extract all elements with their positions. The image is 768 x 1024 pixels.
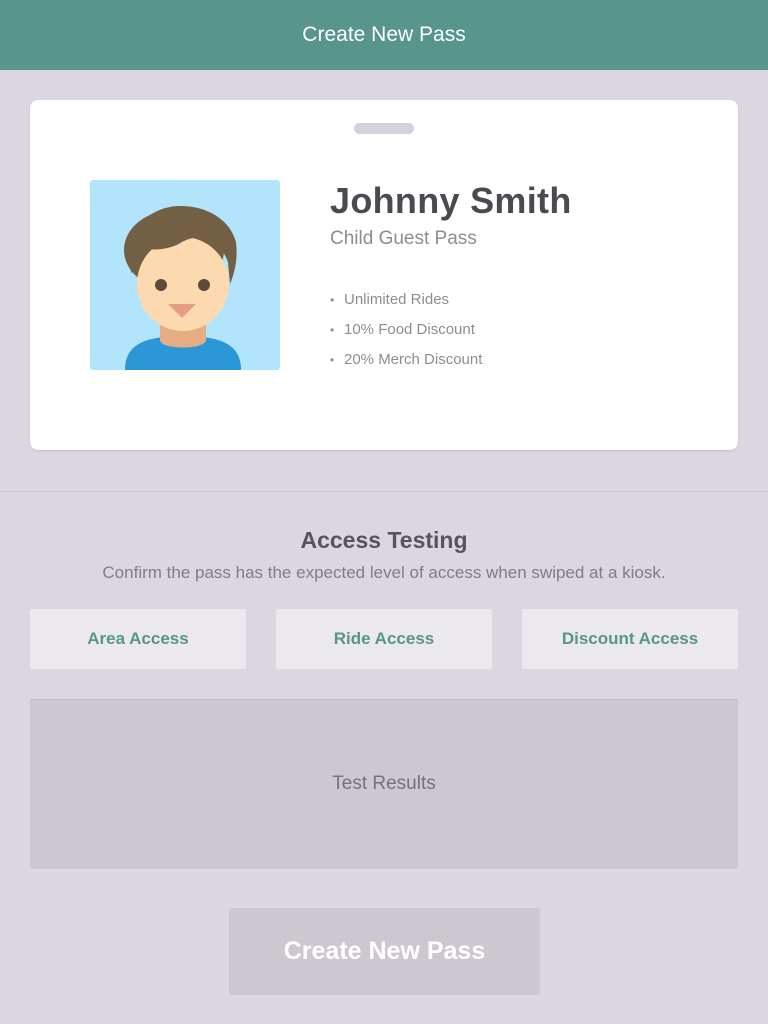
test-results-panel: Test Results <box>30 699 738 869</box>
list-item: • 10% Food Discount <box>330 320 482 350</box>
navbar-title: Create New Pass <box>302 23 466 46</box>
perk-label: Unlimited Rides <box>344 291 450 308</box>
access-testing-title: Access Testing <box>300 527 468 553</box>
ride-access-button[interactable]: Ride Access <box>276 609 492 669</box>
area-access-button[interactable]: Area Access <box>30 609 246 669</box>
list-item: • 20% Merch Discount <box>330 350 482 380</box>
pass-type-label: Child Guest Pass <box>330 228 477 249</box>
test-results-label: Test Results <box>332 773 436 794</box>
bullet-icon: • <box>330 323 335 337</box>
access-testing-subtitle: Confirm the pass has the expected level … <box>102 563 666 582</box>
perk-label: 10% Food Discount <box>344 321 475 338</box>
bullet-icon: • <box>330 353 335 367</box>
child-avatar-icon <box>124 206 241 370</box>
list-item: • Unlimited Rides <box>330 290 482 320</box>
section-divider <box>0 491 768 492</box>
guest-name: Johnny Smith <box>330 180 572 221</box>
discount-access-button[interactable]: Discount Access <box>522 609 738 669</box>
pass-card: Johnny Smith Child Guest Pass • Unlimite… <box>30 100 738 450</box>
bullet-icon: • <box>330 293 335 307</box>
navigation-bar: Create New Pass <box>0 0 768 70</box>
lanyard-slot <box>354 123 414 134</box>
perk-list: • Unlimited Rides • 10% Food Discount • … <box>330 290 482 380</box>
guest-photo <box>90 180 280 370</box>
create-new-pass-button[interactable]: Create New Pass <box>229 908 540 995</box>
perk-label: 20% Merch Discount <box>344 351 483 368</box>
